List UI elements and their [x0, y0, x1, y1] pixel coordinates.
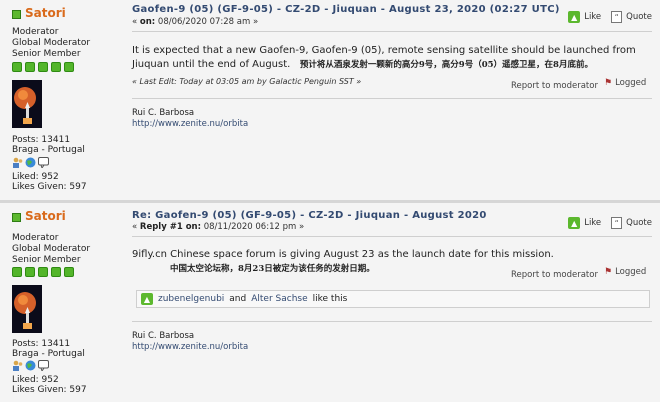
post-text-line: Jiuquan until the end of August. — [132, 59, 291, 70]
post-date: 08/11/2020 06:12 pm » — [203, 222, 305, 232]
profile-icon[interactable] — [12, 157, 23, 168]
rank-line: Global Moderator — [12, 244, 91, 254]
rank-line: Moderator — [12, 27, 59, 37]
author-name[interactable]: Satori — [25, 6, 66, 20]
signature: Rui C. Barbosa http://www.zenite.nu/orbi… — [132, 108, 248, 130]
rank-line: Global Moderator — [12, 38, 91, 48]
signature-name: Rui C. Barbosa — [132, 108, 195, 118]
likes-given: Likes Given: 597 — [12, 182, 87, 192]
post-body: Re: Gaofen-9 (05) (GF-9-05) - CZ-2D - Ji… — [132, 203, 660, 402]
avatar[interactable] — [12, 285, 42, 333]
post-text-chinese: 预计将从酒泉发射一颗新的高分9号，高分9号（05）遥感卫星，在8月底前。 — [299, 60, 593, 70]
location: Braga - Portugal — [12, 349, 85, 359]
quote-icon: “ — [611, 217, 623, 229]
star-icon — [25, 267, 35, 277]
signature-link[interactable]: http://www.zenite.nu/orbita — [132, 119, 248, 130]
profile-icon[interactable] — [12, 360, 23, 371]
report-to-moderator-link[interactable]: Report to moderator — [511, 81, 598, 91]
quote-label: Quote — [626, 218, 652, 228]
author-name[interactable]: Satori — [25, 209, 66, 223]
post-text-chinese: 中国太空论坛称，8月23日被定为该任务的发射日期。 — [170, 264, 375, 274]
signature-divider — [132, 98, 652, 99]
personal-message-icon[interactable] — [38, 157, 49, 170]
personal-message-icon[interactable] — [38, 360, 49, 373]
logged-indicator: ⚑ Logged — [604, 267, 646, 277]
likes-box: ▲ zubenelgenubi and Alter Sachse like th… — [136, 290, 650, 308]
quote-button[interactable]: “Quote — [611, 217, 652, 229]
thumbs-up-icon: ▲ — [141, 293, 153, 305]
star-icon — [12, 267, 22, 277]
last-edit-note: « Last Edit: Today at 03:05 am by Galact… — [132, 77, 362, 86]
star-icon — [25, 62, 35, 72]
likers-tail: like this — [312, 294, 348, 304]
meta-on-label: Reply #1 on: — [139, 222, 201, 232]
post-text: It is expected that a new Gaofen-9, Gaof… — [132, 44, 636, 72]
post-actions: ▲ Like “Quote — [568, 217, 652, 229]
post-subject[interactable]: Re: Gaofen-9 (05) (GF-9-05) - CZ-2D - Ji… — [132, 210, 487, 221]
ip-logged-icon: ⚑ — [604, 267, 613, 277]
website-globe-icon[interactable] — [25, 360, 36, 371]
website-globe-icon[interactable] — [25, 157, 36, 168]
star-icon — [51, 62, 61, 72]
meta-prefix: « — [132, 222, 138, 232]
post-2: Satori Moderator Global Moderator Senior… — [0, 203, 660, 402]
liker-link[interactable]: Alter Sachse — [251, 294, 307, 304]
quote-label: Quote — [626, 12, 652, 22]
location: Braga - Portugal — [12, 145, 85, 155]
logged-label: Logged — [615, 267, 647, 277]
star-icon — [51, 267, 61, 277]
like-button[interactable]: ▲ Like — [568, 217, 601, 229]
star-icon — [64, 267, 74, 277]
post-text: 9ifly.cn Chinese space forum is giving A… — [132, 248, 554, 276]
online-status-icon — [12, 213, 21, 222]
signature-name: Rui C. Barbosa — [132, 331, 195, 341]
rank-stars — [12, 62, 74, 72]
likers-and: and — [229, 294, 247, 304]
divider — [132, 31, 652, 32]
avatar[interactable] — [12, 80, 42, 128]
like-button[interactable]: ▲ Like — [568, 11, 601, 23]
rank-stars — [12, 267, 74, 277]
post-subject[interactable]: Gaofen-9 (05) (GF-9-05) - CZ-2D - Jiuqua… — [132, 4, 560, 15]
profile-icons — [12, 360, 49, 373]
thumbs-up-icon: ▲ — [568, 217, 581, 229]
logged-label: Logged — [615, 78, 647, 88]
rank-line: Senior Member — [12, 49, 81, 59]
like-label: Like — [584, 12, 602, 22]
star-icon — [38, 62, 48, 72]
signature-divider — [132, 321, 652, 322]
post-text-line: It is expected that a new Gaofen-9, Gaof… — [132, 45, 636, 56]
profile-icons — [12, 157, 49, 170]
poster-info: Satori Moderator Global Moderator Senior… — [0, 0, 122, 200]
quote-icon: “ — [611, 11, 623, 23]
post-meta: « on: 08/06/2020 07:28 am » — [132, 17, 258, 27]
signature-link[interactable]: http://www.zenite.nu/orbita — [132, 342, 248, 353]
report-to-moderator-link[interactable]: Report to moderator — [511, 270, 598, 280]
meta-prefix: « — [132, 17, 138, 27]
ip-logged-icon: ⚑ — [604, 78, 613, 88]
logged-indicator: ⚑ Logged — [604, 78, 646, 88]
online-status-icon — [12, 10, 21, 19]
meta-on-label: on: — [139, 17, 156, 27]
star-icon — [64, 62, 74, 72]
poster-info: Satori Moderator Global Moderator Senior… — [0, 203, 122, 402]
rank-line: Moderator — [12, 233, 59, 243]
signature: Rui C. Barbosa http://www.zenite.nu/orbi… — [132, 331, 248, 353]
post-date: 08/06/2020 07:28 am » — [157, 17, 259, 27]
post-text-line: 9ifly.cn Chinese space forum is giving A… — [132, 249, 554, 260]
post-actions: ▲ Like “Quote — [568, 11, 652, 23]
divider — [132, 236, 652, 237]
star-icon — [38, 267, 48, 277]
like-label: Like — [584, 218, 602, 228]
liker-link[interactable]: zubenelgenubi — [158, 294, 224, 304]
likes-given: Likes Given: 597 — [12, 385, 87, 395]
rank-line: Senior Member — [12, 255, 81, 265]
star-icon — [12, 62, 22, 72]
quote-button[interactable]: “Quote — [611, 11, 652, 23]
post-1: Satori Moderator Global Moderator Senior… — [0, 0, 660, 200]
post-body: Gaofen-9 (05) (GF-9-05) - CZ-2D - Jiuqua… — [132, 0, 660, 200]
thumbs-up-icon: ▲ — [568, 11, 581, 23]
post-meta: « Reply #1 on: 08/11/2020 06:12 pm » — [132, 222, 304, 232]
